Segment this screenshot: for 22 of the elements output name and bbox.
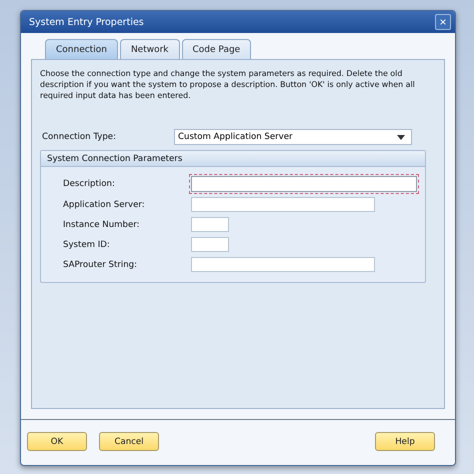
field-label: SAProuter String: — [63, 260, 138, 270]
dialog-button[interactable]: OK — [27, 432, 87, 451]
tab[interactable]: Network — [120, 39, 180, 59]
caret-icon — [397, 134, 405, 140]
dialog-button[interactable]: Help — [375, 432, 435, 451]
tab[interactable]: Code Page — [182, 39, 252, 59]
field-label: Connection Type: — [41, 132, 117, 142]
dialog-button[interactable]: Cancel — [99, 432, 159, 451]
input-field[interactable] — [191, 237, 229, 252]
window-title: System Entry Properties — [29, 16, 144, 28]
field-label: Instance Number: — [63, 220, 141, 230]
input-field[interactable] — [191, 217, 229, 232]
field-label: Description: — [63, 179, 116, 189]
input-field[interactable] — [191, 176, 417, 192]
field-label: System ID: — [63, 240, 111, 250]
connection-type-dropdown[interactable]: Custom Application Server — [174, 129, 412, 145]
input-field[interactable] — [191, 257, 375, 272]
close-button[interactable]: × — [435, 14, 451, 30]
field-label: Application Server: — [63, 200, 146, 210]
input-field[interactable] — [191, 197, 375, 212]
group-title: System Connection Parameters — [41, 151, 425, 167]
tab[interactable]: Connection — [45, 39, 118, 59]
